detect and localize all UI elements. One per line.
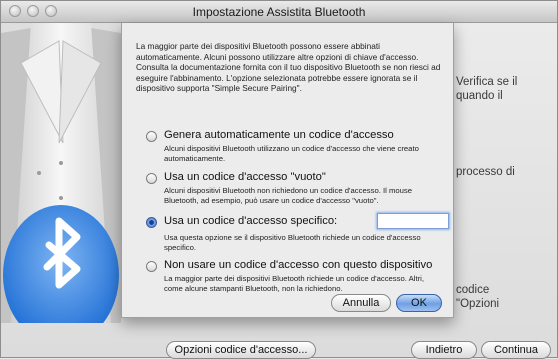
option-empty-label[interactable]: Usa un codice d'accesso "vuoto" <box>164 171 444 183</box>
window-title: Impostazione Assistita Bluetooth <box>192 5 366 19</box>
option-empty-passkey[interactable]: Usa un codice d'accesso "vuoto" Alcuni d… <box>146 171 444 205</box>
back-button[interactable]: Indietro <box>411 341 477 359</box>
option-auto-desc: Alcuni dispositivi Bluetooth utilizzano … <box>164 144 419 163</box>
background-text-5: "Opzioni <box>456 298 500 310</box>
passkey-options-button[interactable]: Opzioni codice d'accesso... <box>166 341 316 359</box>
background-text-3: processo di <box>456 166 515 178</box>
title-bar: Impostazione Assistita Bluetooth <box>1 1 557 23</box>
option-auto-passkey[interactable]: Genera automaticamente un codice d'acces… <box>146 129 444 163</box>
passkey-options-sheet: La maggior parte dei dispositivi Bluetoo… <box>121 23 454 318</box>
background-text-4: codice <box>456 284 490 296</box>
background-text-1: Verifica se il <box>456 76 518 88</box>
sheet-intro-text: La maggior parte dei dispositivi Bluetoo… <box>136 41 441 94</box>
passkey-input[interactable] <box>377 213 449 229</box>
option-auto-label[interactable]: Genera automaticamente un codice d'acces… <box>164 129 444 141</box>
radio-specific-passkey[interactable] <box>146 217 157 228</box>
continue-button[interactable]: Continua <box>481 341 551 359</box>
radio-no-passkey[interactable] <box>146 261 157 272</box>
background-text-2: quando il <box>456 90 503 102</box>
cancel-button[interactable]: Annulla <box>331 294 391 312</box>
option-no-label[interactable]: Non usare un codice d'accesso con questo… <box>164 259 444 271</box>
option-empty-desc: Alcuni dispositivi Bluetooth non richied… <box>164 186 413 205</box>
bluetooth-assistant-window: Impostazione Assistita Bluetooth Verific… <box>0 0 558 359</box>
ok-button[interactable]: OK <box>396 294 442 312</box>
option-no-desc: La maggior parte dei dispositivi Bluetoo… <box>164 274 424 293</box>
radio-empty-passkey[interactable] <box>146 173 157 184</box>
option-no-passkey[interactable]: Non usare un codice d'accesso con questo… <box>146 259 444 293</box>
option-specific-desc: Usa questa opzione se il dispositivo Blu… <box>164 233 421 252</box>
radio-auto-passkey[interactable] <box>146 131 157 142</box>
